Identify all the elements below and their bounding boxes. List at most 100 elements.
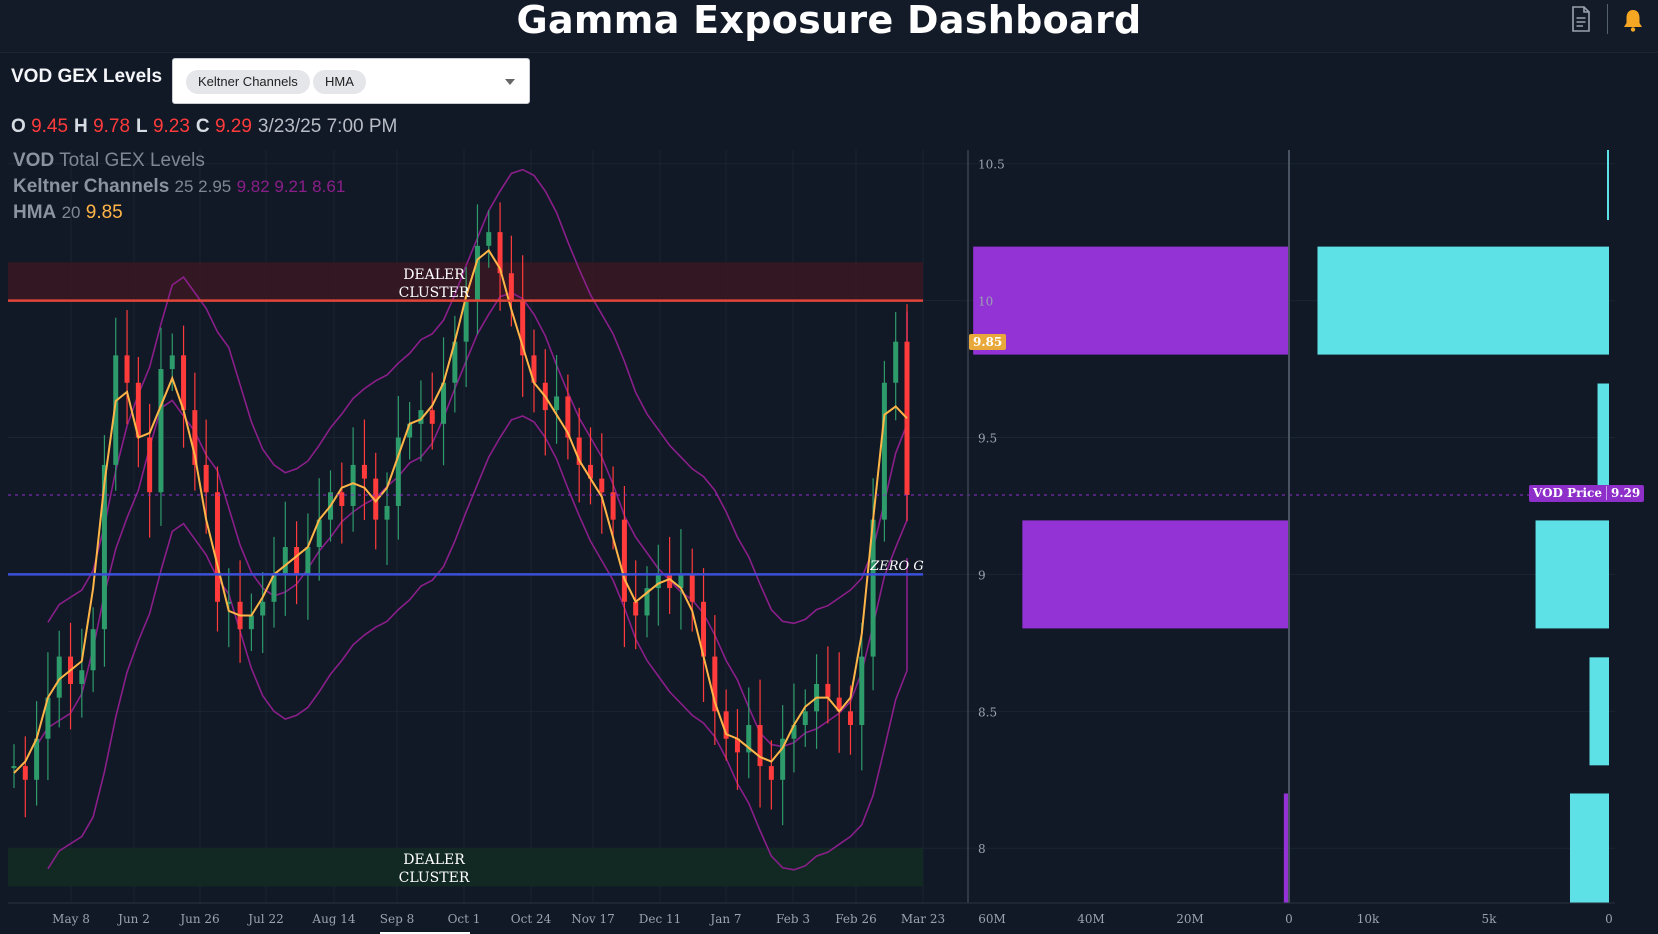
candle-body [101, 464, 107, 630]
candle-body [689, 574, 695, 602]
close-value: 9.29 [214, 116, 252, 137]
candle-body [384, 505, 390, 520]
legend-keltner-params: 25 2.95 [174, 177, 232, 196]
candle-body [169, 355, 175, 370]
x-tick-label: Jul 22 [246, 912, 283, 926]
indicator-select[interactable]: Keltner Channels HMA [172, 58, 530, 104]
candle-body [418, 410, 424, 424]
candle-body [226, 601, 232, 604]
y-tick-label: 8.5 [978, 705, 997, 719]
candle-body [135, 382, 141, 438]
x-tick-label: Mar 23 [901, 912, 945, 926]
price-chart[interactable]: May 8 Jun 2 Jun 26 Jul 22 Aug 14 Sep 8 Oct 1 Oc… [0, 0, 1658, 934]
candle-body [768, 766, 774, 780]
candle-body [429, 410, 435, 424]
candle-body [904, 341, 910, 496]
x-tick-label: Aug 14 [311, 912, 356, 926]
candle-body [644, 588, 650, 616]
x-tick-label: Sep 8 [380, 912, 414, 926]
candle-body [34, 738, 40, 780]
chip-hma[interactable]: HMA [313, 70, 366, 94]
candle-body [893, 341, 899, 383]
y-tick-label: 10 [978, 295, 993, 309]
candle-body [859, 656, 865, 726]
candle-body [542, 382, 548, 411]
dealer-cluster-bottom-zone [8, 848, 923, 887]
page-title: Gamma Exposure Dashboard [516, 0, 1142, 42]
candle-body [531, 355, 537, 383]
dealer-cluster-top-label: DEALER [403, 267, 465, 283]
high-label: H [74, 116, 88, 137]
candle-body [712, 656, 718, 712]
candle-body [610, 492, 616, 520]
volume-bar [1535, 520, 1609, 629]
price-tag-label: VOD Price [1533, 486, 1602, 500]
volume-x-tick-label: 0 [1605, 912, 1613, 926]
candle-body [45, 697, 51, 739]
x-tick-label: Jun 26 [178, 912, 219, 926]
bell-icon[interactable] [1622, 8, 1644, 32]
legend-keltner-values: 9.82 9.21 8.61 [236, 177, 346, 196]
top-bar: Gamma Exposure Dashboard [0, 0, 1658, 53]
legend-symbol: VOD [13, 150, 55, 171]
candle-body [486, 232, 492, 246]
zero-gamma-label: ZERO G [869, 559, 924, 574]
candle-body [554, 396, 560, 411]
volume-bar [1607, 150, 1609, 220]
candle-body [463, 300, 469, 342]
legend-keltner: Keltner Channels 25 2.95 9.82 9.21 8.61 [13, 176, 345, 198]
candle-body [328, 492, 334, 520]
candle-body [158, 369, 164, 493]
candle-body [79, 670, 85, 684]
price-tag-value: 9.29 [1605, 486, 1645, 500]
document-icon[interactable] [1570, 6, 1592, 32]
candle-body [350, 464, 356, 506]
candle-body [90, 629, 96, 671]
candle-body [395, 437, 401, 506]
candle-body [282, 547, 288, 575]
candle-body [791, 725, 797, 739]
high-value: 9.78 [93, 116, 131, 137]
gex-x-tick-label: 60M [978, 912, 1006, 926]
y-tick-label: 10.5 [978, 158, 1005, 172]
y-tick-label: 9.5 [978, 432, 997, 446]
dealer-cluster-top-label: CLUSTER [399, 285, 470, 301]
candle-body [734, 738, 740, 753]
x-tick-label: Nov 17 [571, 912, 615, 926]
candle-body [181, 355, 187, 411]
candle-body [565, 396, 571, 438]
legend-keltner-label: Keltner Channels [13, 176, 170, 197]
candle-body [847, 711, 853, 726]
x-tick-label: Feb 3 [776, 912, 810, 926]
low-label: L [136, 116, 148, 137]
open-label: O [11, 116, 26, 137]
legend-hma: HMA 20 9.85 [13, 202, 123, 224]
candle-body [11, 766, 17, 769]
candle-body [576, 437, 582, 465]
candle-body [621, 519, 627, 602]
candle-body [667, 574, 673, 589]
candle-body [881, 382, 887, 520]
candle-body [633, 601, 639, 616]
gex-levels-title: VOD GEX Levels [11, 66, 163, 87]
y-tick-label: 9 [978, 568, 986, 582]
candle-body [68, 656, 74, 684]
x-tick-label: Feb 26 [835, 912, 877, 926]
x-tick-label: Oct 1 [448, 912, 481, 926]
keltner-upper-line [47, 168, 908, 625]
candle-body [497, 232, 503, 274]
legend-gex: VOD Total GEX Levels [13, 150, 205, 172]
y-tick-label: 8 [978, 842, 986, 856]
chip-keltner-channels[interactable]: Keltner Channels [186, 70, 310, 94]
candle-body [599, 478, 605, 493]
candle-body [701, 601, 707, 657]
candle-body [237, 601, 243, 630]
volume-bar [1569, 793, 1609, 903]
candle-body [870, 519, 876, 657]
gex-x-tick-label: 0 [1285, 912, 1293, 926]
candle-body [780, 738, 786, 780]
legend-hma-label: HMA [13, 202, 57, 223]
chevron-down-icon[interactable] [505, 79, 515, 85]
keltner-lower-line [47, 415, 908, 871]
ohlc-readout: O 9.45 H 9.78 L 9.23 C 9.29 3/23/25 7:00 PM [11, 116, 397, 138]
